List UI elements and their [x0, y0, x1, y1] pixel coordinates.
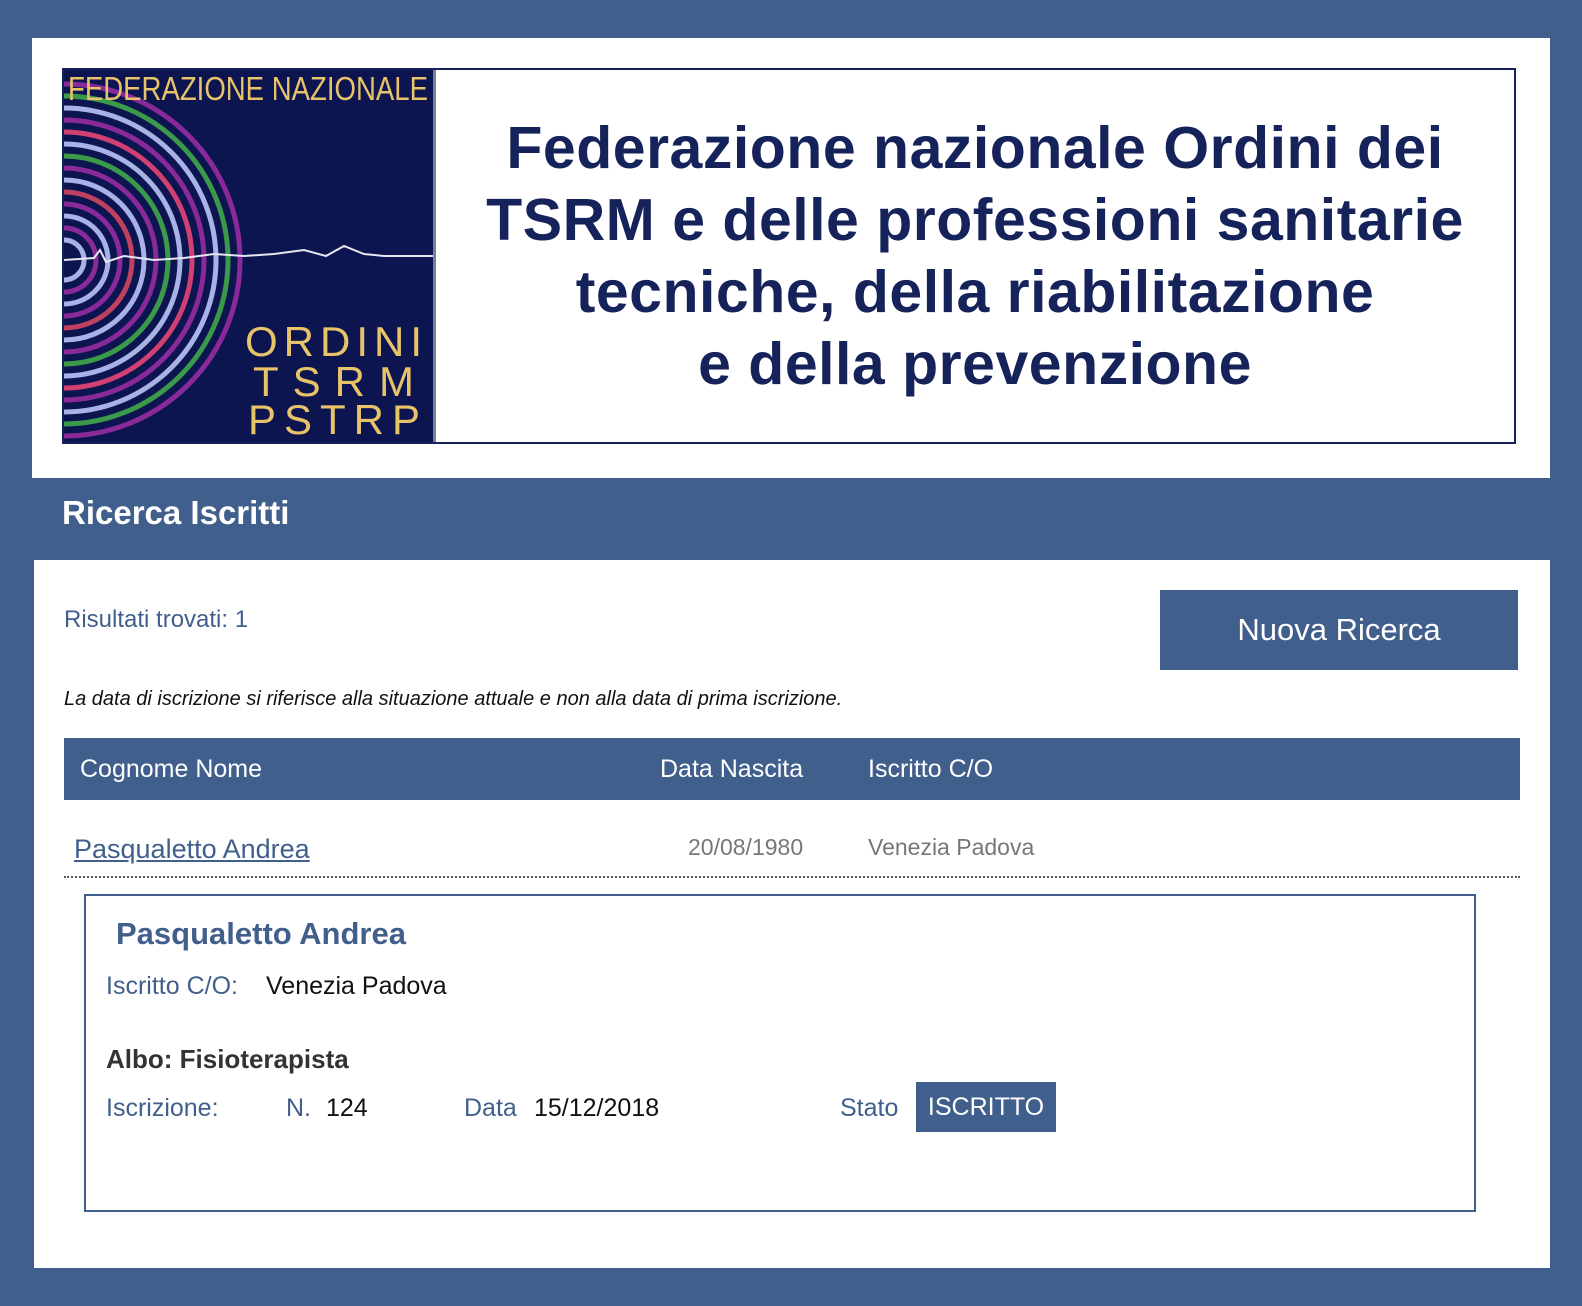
status-label: Stato — [840, 1094, 899, 1122]
banner-title-line: e della prevenzione — [698, 331, 1252, 397]
table-row: Pasqualetto Andrea 20/08/1980 Venezia Pa… — [64, 800, 1520, 878]
banner-title: Federazione nazionale Ordini dei TSRM e … — [436, 70, 1514, 442]
header-panel: FEDERAZIONE NAZIONALE ORDINI TSRM PSTRP … — [32, 38, 1550, 478]
iscritto-label: Iscritto C/O: — [106, 972, 238, 1000]
column-header-registered-at: Iscritto C/O — [868, 755, 994, 783]
iscritto-value: Venezia Padova — [266, 972, 447, 1000]
column-header-name: Cognome Nome — [80, 755, 263, 783]
banner: FEDERAZIONE NAZIONALE ORDINI TSRM PSTRP … — [62, 68, 1516, 444]
federation-logo: FEDERAZIONE NAZIONALE ORDINI TSRM PSTRP — [63, 70, 436, 443]
registered-at-cell: Venezia Padova — [868, 834, 1035, 860]
birth-date-cell: 20/08/1980 — [688, 834, 804, 860]
banner-title-line: Federazione nazionale Ordini dei — [506, 115, 1444, 181]
date-label: Data — [464, 1094, 517, 1122]
number-value: 124 — [326, 1094, 368, 1122]
date-value: 15/12/2018 — [534, 1094, 660, 1122]
results-panel: Risultati trovati: 1 Nuova Ricerca La da… — [34, 560, 1550, 1268]
results-table-header: Cognome Nome Data Nascita Iscritto C/O — [64, 738, 1520, 800]
iscrizione-label: Iscrizione: — [106, 1094, 219, 1122]
page-title: Ricerca Iscritti — [62, 494, 290, 531]
new-search-button[interactable]: Nuova Ricerca — [1160, 590, 1518, 670]
logo-graphic: FEDERAZIONE NAZIONALE ORDINI TSRM PSTRP — [63, 70, 433, 443]
logo-line-3: PSTRP — [248, 396, 428, 442]
member-detail-card: Pasqualetto Andrea Iscritto C/O: Venezia… — [84, 894, 1476, 1212]
registration-date-note: La data di iscrizione si riferisce alla … — [64, 688, 843, 710]
detail-member-name: Pasqualetto Andrea — [116, 916, 406, 951]
member-name-link[interactable]: Pasqualetto Andrea — [74, 834, 310, 865]
column-header-birth-date: Data Nascita — [660, 755, 804, 783]
results-count: Risultati trovati: 1 — [64, 606, 249, 633]
status-badge: ISCRITTO — [916, 1082, 1056, 1132]
logo-arc-text: FEDERAZIONE NAZIONALE — [68, 70, 428, 107]
banner-title-line: TSRM e delle professioni sanitarie — [486, 187, 1464, 253]
albo-title: Albo: Fisioterapista — [106, 1044, 349, 1074]
banner-title-line: tecniche, della riabilitazione — [575, 259, 1375, 325]
number-label: N. — [286, 1094, 311, 1122]
